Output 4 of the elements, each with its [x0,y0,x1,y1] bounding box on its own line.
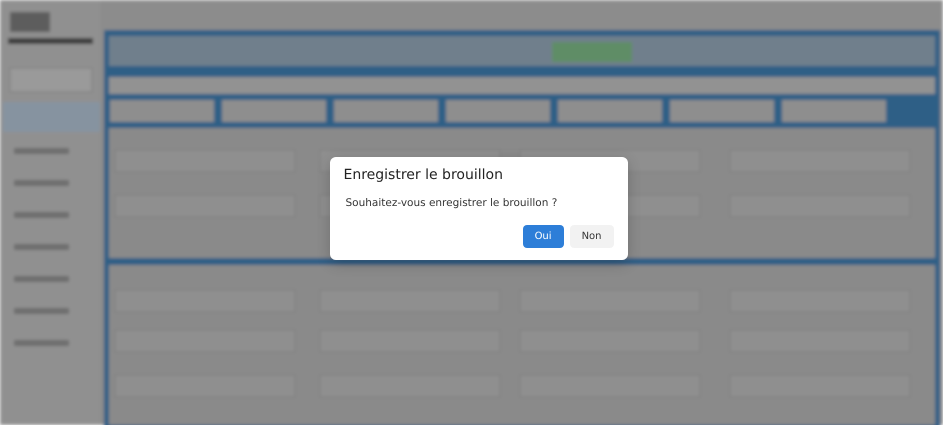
confirm-button[interactable]: Oui [522,225,564,248]
dialog-message: Souhaitez-vous enregistrer le brouillon ? [344,197,558,209]
dialog-title: Enregistrer le brouillon [344,167,504,183]
cancel-button[interactable]: Non [570,225,614,248]
